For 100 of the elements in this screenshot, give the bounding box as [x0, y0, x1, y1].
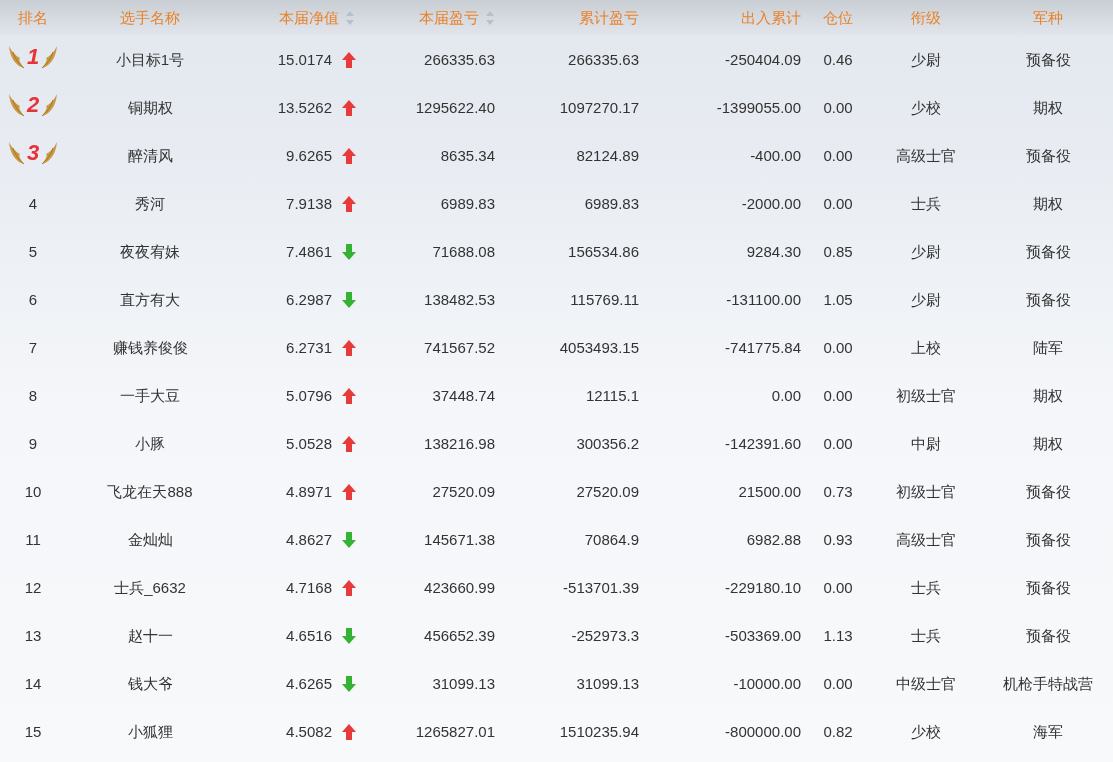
net-value: 4.7168 [286, 577, 332, 598]
flow-value: -741775.84 [725, 338, 801, 356]
net-value: 7.9138 [286, 193, 332, 214]
position-value: 0.00 [823, 338, 853, 356]
rank-number: 14 [24, 674, 42, 692]
rank-title: 中尉 [910, 434, 941, 452]
position-value: 0.00 [823, 674, 853, 692]
total-profit-value: 31099.13 [576, 674, 639, 692]
rank-number: 6 [28, 290, 38, 308]
service-branch: 期权 [1033, 98, 1063, 116]
net-value: 4.8971 [286, 481, 332, 502]
profit-value: 145671.38 [424, 530, 495, 548]
flow-value: 6982.88 [746, 530, 801, 548]
total-profit-value: 27520.09 [576, 482, 639, 500]
profit-value: 31099.13 [432, 674, 495, 692]
rank-number: 2 [26, 93, 40, 116]
service-branch: 海军 [1033, 722, 1063, 740]
rank-number: 8 [28, 386, 38, 404]
net-value: 13.5262 [277, 97, 332, 118]
profit-value: 1265827.01 [415, 722, 495, 740]
rank-title: 士兵 [910, 578, 941, 596]
profit-value: 138216.98 [424, 434, 495, 452]
rank-number: 12 [24, 578, 42, 596]
rank-title: 少尉 [910, 50, 941, 68]
flow-value: -250404.09 [725, 50, 801, 68]
column-header: 衔级 [910, 8, 941, 26]
flow-value: -142391.60 [725, 434, 801, 452]
total-profit-value: 1510235.94 [559, 722, 639, 740]
profit-value: 266335.63 [424, 50, 495, 68]
player-name: 赚钱养俊俊 [112, 338, 188, 356]
rank-title: 初级士官 [895, 386, 956, 404]
net-value: 4.6516 [286, 625, 332, 646]
net-value: 4.6265 [286, 673, 332, 694]
flow-value: 21500.00 [738, 482, 801, 500]
service-branch: 预备役 [1025, 50, 1071, 68]
profit-value: 741567.52 [424, 338, 495, 356]
position-value: 0.93 [823, 530, 853, 548]
player-name: 钱大爷 [127, 674, 173, 692]
column-header: 排名 [18, 8, 48, 26]
service-branch: 机枪手特战营 [1003, 674, 1093, 692]
rank-number: 4 [28, 194, 38, 212]
profit-value: 37448.74 [432, 386, 495, 404]
flow-value: -229180.10 [725, 578, 801, 596]
profit-value: 1295622.40 [415, 98, 495, 116]
service-branch: 预备役 [1025, 290, 1071, 308]
player-name: 赵十一 [127, 626, 173, 644]
rank-title: 士兵 [910, 194, 941, 212]
total-profit-value: 4053493.15 [559, 338, 639, 356]
rank-title: 初级士官 [895, 482, 956, 500]
sort-icon[interactable] [485, 10, 495, 26]
service-branch: 预备役 [1025, 242, 1071, 260]
net-value: 4.5082 [286, 721, 332, 742]
position-value: 0.00 [823, 578, 853, 596]
net-value: 9.6265 [286, 145, 332, 166]
flow-value: -800000.00 [725, 722, 801, 740]
column-header: 选手名称 [120, 8, 180, 26]
profit-value: 71688.08 [432, 242, 495, 260]
profit-value: 423660.99 [424, 578, 495, 596]
net-value: 6.2731 [286, 337, 332, 358]
rank-title: 中级士官 [895, 674, 956, 692]
rank-number: 9 [28, 434, 38, 452]
column-header: 累计盈亏 [579, 8, 639, 26]
total-profit-value: -513701.39 [563, 578, 639, 596]
service-branch: 预备役 [1025, 482, 1071, 500]
rank-number: 10 [24, 482, 42, 500]
net-value: 6.2987 [286, 289, 332, 310]
service-branch: 期权 [1033, 434, 1063, 452]
flow-value: -400.00 [750, 146, 801, 164]
total-profit-value: 12115.1 [585, 386, 639, 404]
player-name: 醉清风 [127, 146, 173, 164]
flow-value: -503369.00 [725, 626, 801, 644]
service-branch: 预备役 [1025, 626, 1071, 644]
total-profit-value: 6989.83 [584, 194, 639, 212]
total-profit-value: 115769.11 [570, 290, 639, 308]
total-profit-value: 300356.2 [576, 434, 639, 452]
rank-number: 13 [24, 626, 42, 644]
player-name: 飞龙在天888 [107, 482, 193, 500]
flow-value: -1399055.00 [716, 98, 801, 116]
player-name: 夜夜宥妹 [120, 242, 180, 260]
player-name: 直方有大 [120, 290, 180, 308]
total-profit-value: -252973.3 [571, 626, 639, 644]
flow-value: -2000.00 [741, 194, 801, 212]
service-branch: 期权 [1033, 194, 1063, 212]
profit-value: 6989.83 [440, 194, 495, 212]
profit-value: 27520.09 [432, 482, 495, 500]
net-value: 7.4861 [286, 241, 332, 262]
position-value: 0.73 [823, 482, 853, 500]
profit-value: 8635.34 [440, 146, 495, 164]
sort-icon[interactable] [345, 10, 355, 26]
player-name: 秀河 [135, 194, 165, 212]
rank-title: 少校 [910, 722, 941, 740]
service-branch: 期权 [1033, 386, 1063, 404]
rank-number: 5 [28, 242, 38, 260]
position-value: 1.13 [823, 626, 853, 644]
service-branch: 陆军 [1033, 338, 1063, 356]
rank-title: 少尉 [910, 242, 941, 260]
player-name: 金灿灿 [127, 530, 173, 548]
service-branch: 预备役 [1025, 146, 1071, 164]
player-name: 小狐狸 [127, 722, 173, 740]
flow-value: -131100.00 [726, 290, 801, 308]
